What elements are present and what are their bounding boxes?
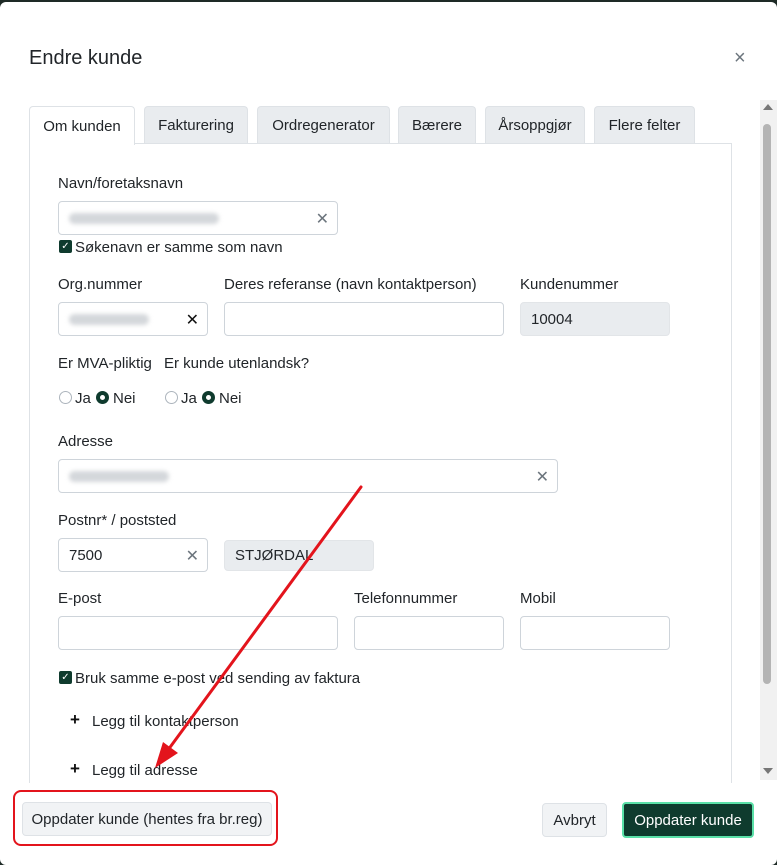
edit-customer-modal: Endre kunde × Om kunden Fakturering Ordr… [0,2,777,865]
tab-om-kunden[interactable]: Om kunden [29,106,135,145]
